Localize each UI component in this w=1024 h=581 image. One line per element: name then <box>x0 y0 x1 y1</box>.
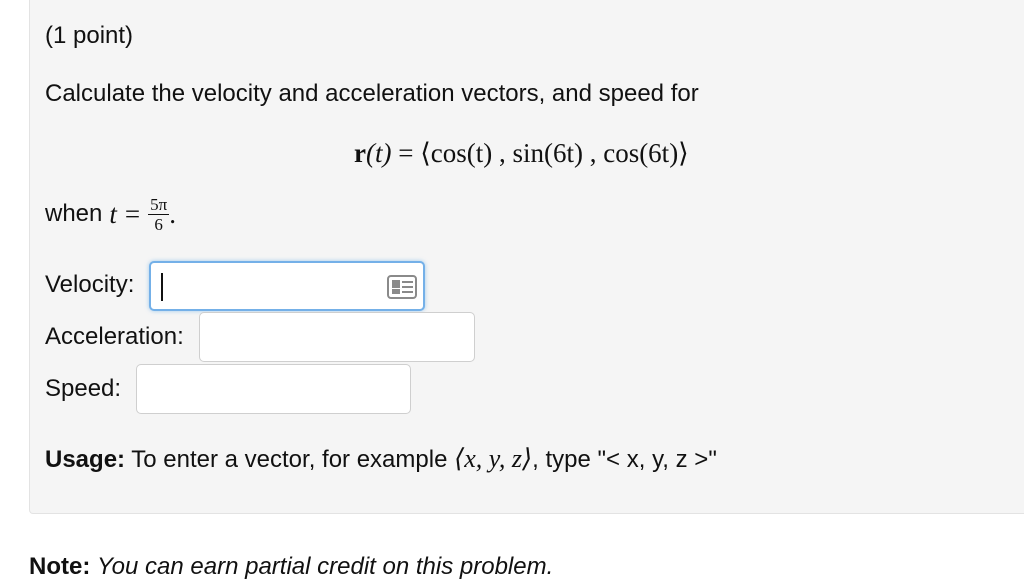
formula-function-name: r <box>354 138 366 168</box>
when-equals: = <box>124 199 141 229</box>
note-label: Note: <box>29 553 91 580</box>
evaluation-point: when t = 5π 6 . <box>45 190 176 238</box>
velocity-label: Velocity: <box>45 271 135 298</box>
equation-editor-icon[interactable] <box>387 275 417 299</box>
fraction-denominator: 6 <box>154 214 163 234</box>
problem-panel <box>29 0 1024 514</box>
usage-label: Usage: <box>45 446 126 473</box>
note-text: You can earn partial credit on this prob… <box>97 553 554 580</box>
speed-label: Speed: <box>45 375 122 402</box>
when-text: when <box>45 200 103 227</box>
partial-credit-note: Note: You can earn partial credit on thi… <box>29 553 553 581</box>
vector-function-formula: r(t) = ⟨cos(t) , sin(6t) , cos(6t)⟩ <box>354 138 689 168</box>
formula-argument: (t) <box>365 138 392 168</box>
usage-hint: Usage: To enter a vector, for example ⟨x… <box>45 444 717 474</box>
fraction-numerator: 5π <box>148 194 170 215</box>
acceleration-label: Acceleration: <box>45 323 184 350</box>
usage-text: To enter a vector, for example <box>131 446 448 473</box>
speed-input[interactable] <box>136 364 411 414</box>
velocity-input[interactable] <box>149 261 425 311</box>
when-fraction: 5π 6 <box>148 194 170 234</box>
when-period: . <box>169 199 176 229</box>
formula-equals: = <box>398 138 414 168</box>
problem-statement: Calculate the velocity and acceleration … <box>45 80 699 107</box>
formula-rhs: ⟨cos(t) , sin(6t) , cos(6t)⟩ <box>420 138 689 168</box>
text-caret <box>161 273 163 301</box>
usage-example: ⟨x, y, z⟩ <box>454 444 533 473</box>
when-variable: t <box>109 199 117 229</box>
problem-points: (1 point) <box>45 22 134 49</box>
usage-type-text: , type "< x, y, z >" <box>532 446 717 473</box>
acceleration-input[interactable] <box>199 312 475 362</box>
